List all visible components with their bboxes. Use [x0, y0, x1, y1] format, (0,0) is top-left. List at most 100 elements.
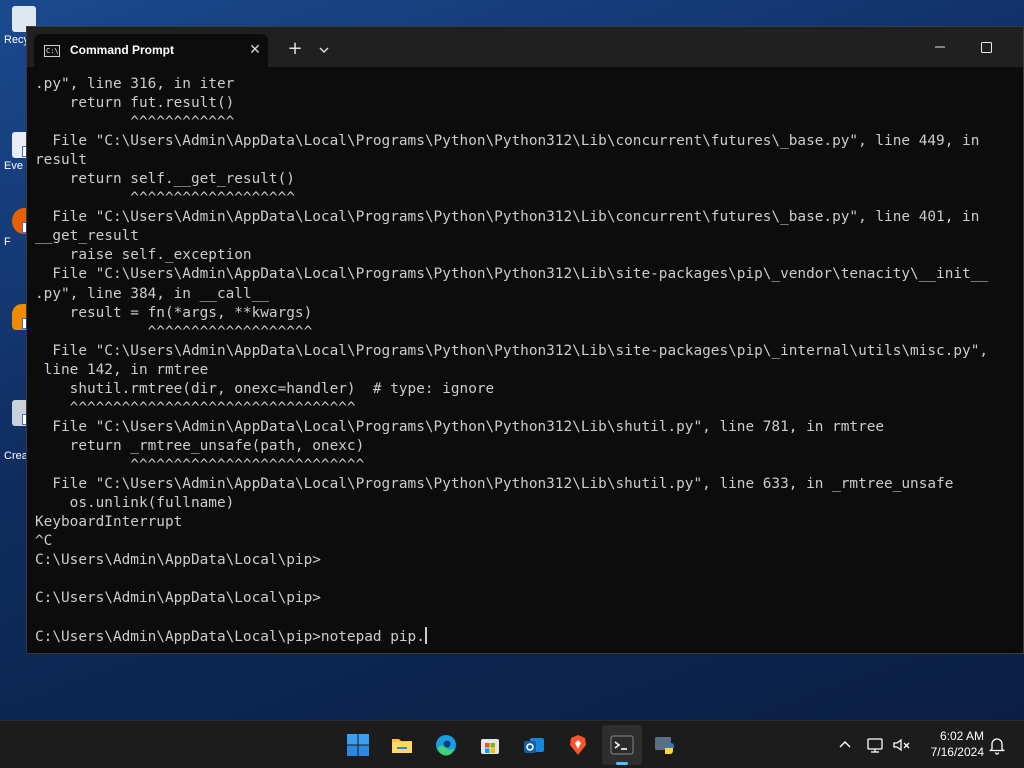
console-line-text: C:\Users\Admin\AppData\Local\pip>notepad… — [35, 629, 425, 646]
console-line: C:\Users\Admin\AppData\Local\pip> — [35, 589, 1019, 608]
taskbar: 6:02 AM 7/16/2024 — [0, 720, 1024, 768]
console-line-text: File "C:\Users\Admin\AppData\Local\Progr… — [35, 418, 885, 435]
console-line: result — [35, 151, 1019, 170]
console-line: .py", line 316, in iter — [35, 75, 1019, 94]
start-button[interactable] — [338, 725, 378, 765]
console-line-text: File "C:\Users\Admin\AppData\Local\Progr… — [35, 209, 980, 226]
console-line: result = fn(*args, **kwargs) — [35, 304, 1019, 323]
clock-date: 7/16/2024 — [930, 745, 984, 759]
console-line-text: KeyboardInterrupt — [35, 514, 183, 531]
network-icon — [867, 738, 883, 753]
console-line: line 142, in rmtree — [35, 361, 1019, 380]
console-line-text: ^^^^^^^^^^^^^^^^^^^^^^^^^^^ — [35, 456, 365, 473]
maximize-button[interactable] — [963, 27, 1009, 67]
console-line: ^^^^^^^^^^^^^^^^^^^^^^^^^^^ — [35, 456, 1019, 475]
console-line: File "C:\Users\Admin\AppData\Local\Progr… — [35, 342, 1019, 361]
console-line-text: File "C:\Users\Admin\AppData\Local\Progr… — [35, 475, 954, 492]
console-line-text: C:\Users\Admin\AppData\Local\pip> — [35, 552, 321, 569]
tab-title: Command Prompt — [70, 43, 175, 57]
console-line: raise self._exception — [35, 246, 1019, 265]
console-line-text: File "C:\Users\Admin\AppData\Local\Progr… — [35, 266, 989, 283]
console-line: ^^^^^^^^^^^^ — [35, 113, 1019, 132]
chevron-up-icon — [839, 741, 851, 748]
outlook-button[interactable] — [514, 725, 554, 765]
console-line-text: line 142, in rmtree — [35, 361, 209, 378]
console-line-text: ^C — [35, 533, 53, 550]
console-line: C:\Users\Admin\AppData\Local\pip>notepad… — [35, 627, 1019, 646]
clock-time: 6:02 AM — [939, 729, 984, 743]
console-line-text: __get_result — [35, 228, 139, 245]
minimize-icon — [935, 46, 945, 48]
console-line: File "C:\Users\Admin\AppData\Local\Progr… — [35, 265, 1019, 284]
outlook-icon — [524, 738, 544, 753]
console-line: File "C:\Users\Admin\AppData\Local\Progr… — [35, 475, 1019, 494]
tab-close-button[interactable]: ✕ — [246, 41, 264, 59]
folder-icon — [392, 739, 412, 753]
console-line-text: File "C:\Users\Admin\AppData\Local\Progr… — [35, 133, 980, 150]
console-output[interactable]: .py", line 316, in iter return fut.resul… — [35, 75, 1019, 649]
store-icon — [481, 739, 499, 754]
python-icon — [655, 737, 674, 754]
console-line-text: return fut.result() — [35, 95, 235, 112]
console-line-text: return _rmtree_unsafe(path, onexc) — [35, 437, 365, 454]
file-explorer-button[interactable] — [382, 725, 422, 765]
console-line: __get_result — [35, 227, 1019, 246]
edge-icon — [436, 735, 456, 756]
console-line: File "C:\Users\Admin\AppData\Local\Progr… — [35, 208, 1019, 227]
command-prompt-window: C:\ Command Prompt ✕ + .py", line 316, i… — [26, 26, 1024, 654]
show-hidden-icons-button[interactable] — [833, 733, 857, 757]
console-line: os.unlink(fullname) — [35, 494, 1019, 513]
console-line: shutil.rmtree(dir, onexc=handler) # type… — [35, 380, 1019, 399]
title-bar[interactable]: C:\ Command Prompt ✕ + — [27, 27, 1023, 67]
console-line: ^C — [35, 532, 1019, 551]
console-line: return self.__get_result() — [35, 170, 1019, 189]
console-line-text: File "C:\Users\Admin\AppData\Local\Progr… — [35, 342, 989, 359]
brave-button[interactable] — [558, 725, 598, 765]
python-button[interactable] — [646, 725, 686, 765]
terminal-icon — [610, 735, 634, 755]
chevron-down-icon — [319, 47, 329, 53]
minimize-button[interactable] — [917, 27, 963, 67]
console-line: KeyboardInterrupt — [35, 513, 1019, 532]
text-cursor — [424, 627, 427, 645]
console-line: File "C:\Users\Admin\AppData\Local\Progr… — [35, 132, 1019, 151]
console-line-text: ^^^^^^^^^^^^^^^^^^^ — [35, 323, 313, 340]
console-line: ^^^^^^^^^^^^^^^^^^^ — [35, 189, 1019, 208]
console-line: return fut.result() — [35, 94, 1019, 113]
console-line: return _rmtree_unsafe(path, onexc) — [35, 437, 1019, 456]
network-status-button[interactable] — [864, 733, 888, 757]
console-line-text: C:\Users\Admin\AppData\Local\pip> — [35, 590, 321, 607]
console-line-text: .py", line 316, in iter — [35, 76, 235, 92]
new-tab-button[interactable]: + — [285, 40, 305, 60]
clock[interactable]: 6:02 AM 7/16/2024 — [920, 728, 984, 760]
tab-command-prompt[interactable]: C:\ Command Prompt ✕ — [34, 34, 268, 67]
console-line-text: ^^^^^^^^^^^^ — [35, 114, 235, 131]
console-line-text: result — [35, 152, 87, 169]
console-line-text: .py", line 384, in __call__ — [35, 285, 269, 302]
edge-button[interactable] — [426, 725, 466, 765]
bell-icon — [988, 738, 1006, 755]
console-line: C:\Users\Admin\AppData\Local\pip> — [35, 551, 1019, 570]
notifications-button[interactable] — [985, 733, 1009, 757]
console-line-text: return self.__get_result() — [35, 171, 295, 188]
volume-muted-icon — [893, 738, 910, 752]
console-line-text: raise self._exception — [35, 247, 252, 264]
tab-dropdown-button[interactable] — [314, 40, 334, 60]
console-line: File "C:\Users\Admin\AppData\Local\Progr… — [35, 418, 1019, 437]
terminal-button[interactable] — [602, 725, 642, 765]
brave-icon — [570, 735, 586, 755]
console-line-text: shutil.rmtree(dir, onexc=handler) # type… — [35, 380, 495, 397]
console-line-text: os.unlink(fullname) — [35, 495, 235, 512]
console-line-text: ^^^^^^^^^^^^^^^^^^^^^^^^^^^^^^^^^ — [35, 399, 356, 416]
store-button[interactable] — [470, 725, 510, 765]
command-prompt-icon: C:\ — [44, 45, 60, 57]
volume-button[interactable] — [890, 733, 914, 757]
console-line: .py", line 384, in __call__ — [35, 285, 1019, 304]
console-line: ^^^^^^^^^^^^^^^^^^^ — [35, 323, 1019, 342]
console-line-text: ^^^^^^^^^^^^^^^^^^^ — [35, 190, 295, 207]
console-line-text: result = fn(*args, **kwargs) — [35, 304, 313, 321]
active-indicator — [616, 762, 628, 765]
console-line: ^^^^^^^^^^^^^^^^^^^^^^^^^^^^^^^^^ — [35, 399, 1019, 418]
